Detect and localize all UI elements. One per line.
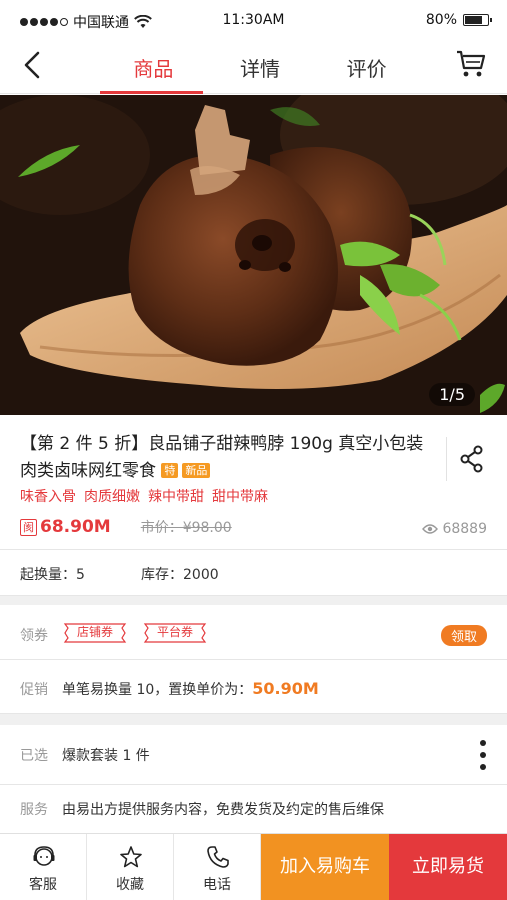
status-right: 80% [425, 12, 492, 28]
buy-now-button[interactable]: 立即易货 [389, 834, 507, 900]
section-gap [0, 595, 507, 605]
status-bar: 中国联通 11:30AM 80% [0, 0, 507, 40]
promotion-text: 单笔易换量 10，置换单价为：50.90M [62, 679, 319, 699]
price: 68.90M [40, 517, 111, 537]
battery-icon [463, 14, 492, 26]
platform-coupon-tag[interactable]: 平台券 [142, 622, 208, 644]
promotion-row: 促销 单笔易换量 10，置换单价为：50.90M [0, 661, 507, 713]
phone-label: 电话 [203, 877, 231, 893]
product-info: 【第 2 件 5 折】良品铺子甜辣鸭脖 190g 真空小包装肉类卤味网红零食 特… [0, 415, 507, 550]
tab-bar: 商品 详情 评价 [100, 40, 420, 94]
promotion-label: 促销 [20, 682, 48, 698]
service-label: 服务 [20, 802, 48, 818]
view-count: 68889 [422, 521, 487, 537]
customer-service-button[interactable]: 客服 [0, 834, 87, 900]
shop-coupon-tag[interactable]: 店铺券 [62, 622, 128, 644]
product-title: 【第 2 件 5 折】良品铺子甜辣鸭脖 190g 真空小包装肉类卤味网红零食 [20, 434, 424, 481]
section-gap [0, 713, 507, 725]
special-badge: 特 [161, 463, 179, 478]
coupon-row[interactable]: 领券 店铺券 平台券 领取 [0, 605, 507, 660]
battery-fill [465, 16, 482, 24]
product-photo [0, 95, 507, 415]
eye-icon [422, 524, 439, 534]
customer-service-icon [33, 846, 55, 866]
share-icon[interactable] [460, 445, 484, 473]
promotion-value: 50.90M [252, 679, 319, 698]
feature-tags: 味香入骨 肉质细嫩 辣中带甜 甜中带麻 [20, 486, 268, 506]
product-title-block: 【第 2 件 5 折】良品铺子甜辣鸭脖 190g 真空小包装肉类卤味网红零食 特… [20, 431, 440, 485]
battery-percent: 80% [425, 12, 457, 28]
tab-reviews[interactable]: 评价 [313, 40, 420, 94]
selected-label: 已选 [20, 748, 48, 764]
view-count-value: 68889 [442, 521, 487, 537]
get-coupon-button[interactable]: 领取 [440, 625, 487, 646]
add-to-cart-button[interactable]: 加入易购车 [261, 834, 389, 900]
top-navigation: 商品 详情 评价 [0, 40, 507, 94]
market-price: 市价：¥98.00 [140, 520, 232, 536]
selected-value: 爆款套装 1 件 [62, 748, 150, 764]
stock-row: 起换量：5 库存：2000 [0, 551, 507, 595]
tag: 味香入骨 [20, 489, 76, 505]
back-arrow-icon[interactable] [18, 50, 48, 80]
bottom-action-bar: 客服 收藏 电话 加入易购车 立即易货 [0, 833, 507, 900]
coupon-label: 领券 [20, 628, 48, 644]
price-currency-icon: 阂 [20, 518, 37, 536]
tab-goods[interactable]: 商品 [100, 40, 207, 94]
favorite-button[interactable]: 收藏 [87, 834, 174, 900]
min-exchange: 起换量：5 [20, 567, 85, 583]
customer-service-label: 客服 [29, 877, 57, 893]
more-options-icon[interactable] [479, 740, 487, 770]
tag: 辣中带甜 [148, 489, 204, 505]
service-text: 由易出方提供服务内容，免费发货及约定的售后维保 [62, 802, 384, 818]
star-icon [120, 846, 142, 868]
shop-coupon-label: 店铺券 [76, 625, 113, 639]
shopping-cart-icon[interactable] [455, 48, 487, 80]
price-row: 阂 68.90M 市价：¥98.00 [20, 517, 232, 537]
phone-icon [207, 846, 229, 868]
image-counter: 1/5 [429, 383, 475, 406]
service-row: 服务 由易出方提供服务内容，免费发货及约定的售后维保 [0, 785, 507, 833]
tag: 肉质细嫩 [84, 489, 140, 505]
selected-spec-row[interactable]: 已选 爆款套装 1 件 [0, 725, 507, 785]
new-badge: 新品 [182, 463, 211, 478]
divider [446, 437, 447, 481]
inventory: 库存：2000 [141, 567, 219, 583]
product-image-carousel[interactable]: 1/5 [0, 95, 507, 415]
tab-details[interactable]: 详情 [207, 40, 314, 94]
promotion-description: 单笔易换量 10，置换单价为： [62, 682, 253, 698]
tag: 甜中带麻 [212, 489, 268, 505]
phone-button[interactable]: 电话 [174, 834, 261, 900]
favorite-label: 收藏 [116, 877, 144, 893]
platform-coupon-label: 平台券 [156, 625, 193, 639]
